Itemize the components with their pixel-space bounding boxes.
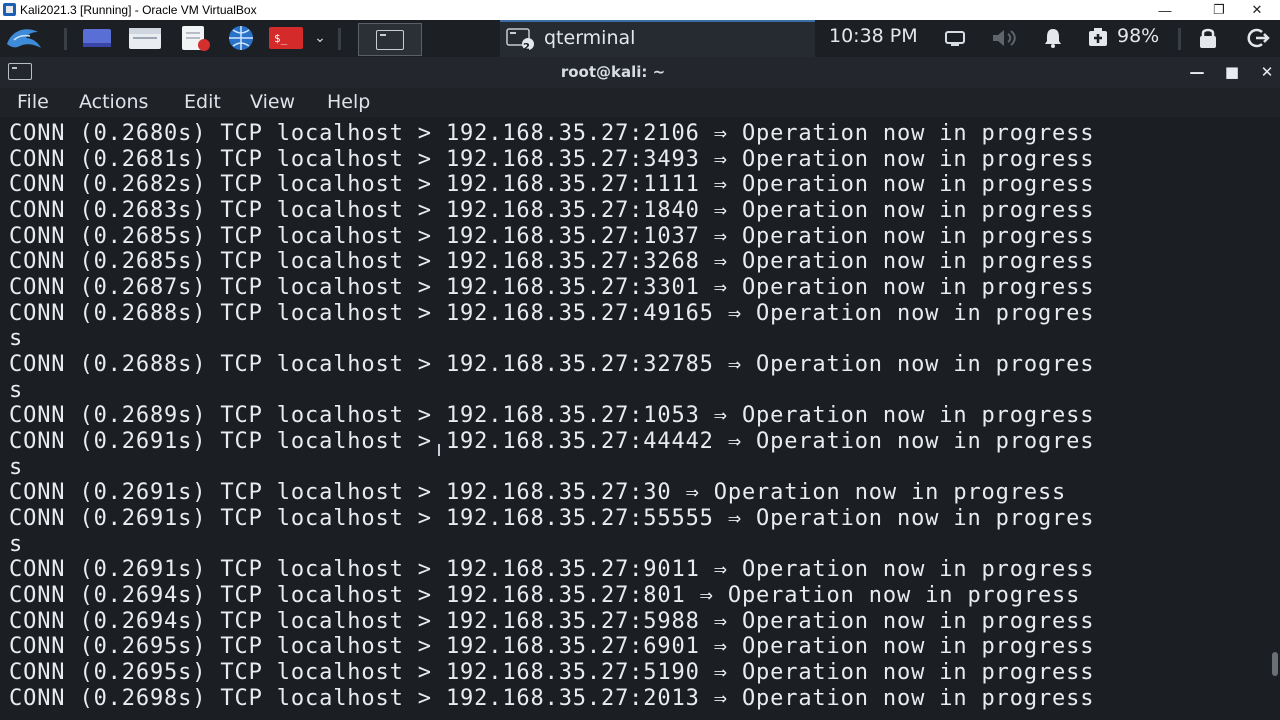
terminal-minimize-button[interactable]: — bbox=[1186, 62, 1208, 82]
terminal-line: CONN (0.2698s) TCP localhost > 192.168.3… bbox=[9, 686, 1095, 711]
qterminal-task-label: qterminal bbox=[544, 27, 636, 49]
battery-icon[interactable] bbox=[1086, 24, 1110, 52]
text-editor-icon[interactable] bbox=[177, 24, 213, 52]
host-title-bar: Kali2021.3 [Running] - Oracle VM Virtual… bbox=[0, 0, 1280, 20]
terminal-line: CONN (0.2685s) TCP localhost > 192.168.3… bbox=[9, 224, 1095, 249]
terminal-line: CONN (0.2688s) TCP localhost > 192.168.3… bbox=[9, 352, 1095, 377]
panel-separator bbox=[338, 28, 341, 50]
virtualbox-icon bbox=[3, 3, 16, 16]
terminal-window-title: root@kali: ~ bbox=[560, 63, 666, 81]
panel-separator bbox=[64, 28, 67, 50]
menu-file[interactable]: File bbox=[17, 91, 49, 113]
terminal-line: CONN (0.2681s) TCP localhost > 192.168.3… bbox=[9, 147, 1095, 172]
task-count-badge: 2 bbox=[523, 42, 530, 53]
menu-actions[interactable]: Actions bbox=[79, 91, 148, 113]
terminal-maximize-button[interactable]: ■ bbox=[1221, 62, 1243, 82]
file-manager-icon[interactable] bbox=[128, 24, 162, 52]
volume-icon[interactable] bbox=[990, 24, 1018, 52]
host-window-title: Kali2021.3 [Running] - Oracle VM Virtual… bbox=[20, 3, 257, 17]
terminal-line: CONN (0.2683s) TCP localhost > 192.168.3… bbox=[9, 198, 1095, 223]
terminal-scrollbar[interactable] bbox=[1272, 652, 1278, 676]
terminal-line: CONN (0.2682s) TCP localhost > 192.168.3… bbox=[9, 172, 1095, 197]
terminal-line: CONN (0.2688s) TCP localhost > 192.168.3… bbox=[9, 301, 1095, 326]
terminal-close-button[interactable]: ✕ bbox=[1256, 62, 1278, 82]
panel-separator bbox=[1178, 28, 1181, 50]
qterminal-task-button[interactable]: 2 qterminal bbox=[500, 20, 815, 57]
terminal-line: CONN (0.2694s) TCP localhost > 192.168.3… bbox=[9, 609, 1095, 634]
terminal-line: CONN (0.2695s) TCP localhost > 192.168.3… bbox=[9, 634, 1095, 659]
terminal-line: CONN (0.2680s) TCP localhost > 192.168.3… bbox=[9, 121, 1095, 146]
terminal-line: CONN (0.2691s) TCP localhost > 192.168.3… bbox=[9, 429, 1095, 454]
lock-icon[interactable] bbox=[1194, 24, 1222, 52]
terminal-line: CONN (0.2694s) TCP localhost > 192.168.3… bbox=[9, 583, 1081, 608]
terminal-task-icon bbox=[376, 29, 404, 50]
battery-percentage: 98% bbox=[1117, 25, 1160, 47]
web-browser-icon[interactable] bbox=[223, 24, 259, 52]
panel-clock[interactable]: 10:38 PM bbox=[829, 25, 918, 47]
terminal-line: CONN (0.2691s) TCP localhost > 192.168.3… bbox=[9, 480, 1067, 505]
terminal-line: CONN (0.2689s) TCP localhost > 192.168.3… bbox=[9, 403, 1095, 428]
terminal-menu-bar: File Actions Edit View Help bbox=[0, 88, 1280, 117]
terminal-line: CONN (0.2691s) TCP localhost > 192.168.3… bbox=[9, 557, 1095, 582]
top-panel: $_ ⌄ 2 qterminal 10:38 PM 98% bbox=[0, 20, 1280, 57]
chevron-down-icon[interactable]: ⌄ bbox=[310, 24, 330, 52]
host-close-button[interactable]: ✕ bbox=[1234, 0, 1280, 20]
notifications-icon[interactable] bbox=[1040, 24, 1066, 52]
terminal-line: s bbox=[9, 532, 24, 557]
display-icon[interactable] bbox=[942, 24, 968, 52]
terminal-line: CONN (0.2687s) TCP localhost > 192.168.3… bbox=[9, 275, 1095, 300]
terminal-line: CONN (0.2685s) TCP localhost > 192.168.3… bbox=[9, 249, 1095, 274]
terminal-launcher-icon[interactable]: $_ bbox=[268, 24, 304, 52]
terminal-line: CONN (0.2695s) TCP localhost > 192.168.3… bbox=[9, 660, 1095, 685]
terminal-line: s bbox=[9, 326, 24, 351]
terminal-task-button[interactable] bbox=[358, 23, 422, 56]
host-minimize-button[interactable]: — bbox=[1142, 0, 1188, 20]
terminal-line: s bbox=[9, 455, 24, 480]
terminal-line: CONN (0.2691s) TCP localhost > 192.168.3… bbox=[9, 506, 1095, 531]
terminal-output[interactable]: CONN (0.2680s) TCP localhost > 192.168.3… bbox=[0, 117, 1270, 720]
mouse-cursor-ibeam bbox=[438, 444, 440, 456]
kali-menu-icon[interactable] bbox=[4, 24, 44, 52]
menu-view[interactable]: View bbox=[250, 91, 295, 113]
logout-icon[interactable] bbox=[1242, 24, 1272, 52]
terminal-line: s bbox=[9, 378, 24, 403]
show-desktop-icon[interactable] bbox=[80, 24, 114, 52]
svg-text:$_: $_ bbox=[274, 32, 288, 45]
menu-edit[interactable]: Edit bbox=[184, 91, 221, 113]
terminal-title-bar: root@kali: ~ — ■ ✕ bbox=[0, 57, 1280, 88]
menu-help[interactable]: Help bbox=[327, 91, 370, 113]
